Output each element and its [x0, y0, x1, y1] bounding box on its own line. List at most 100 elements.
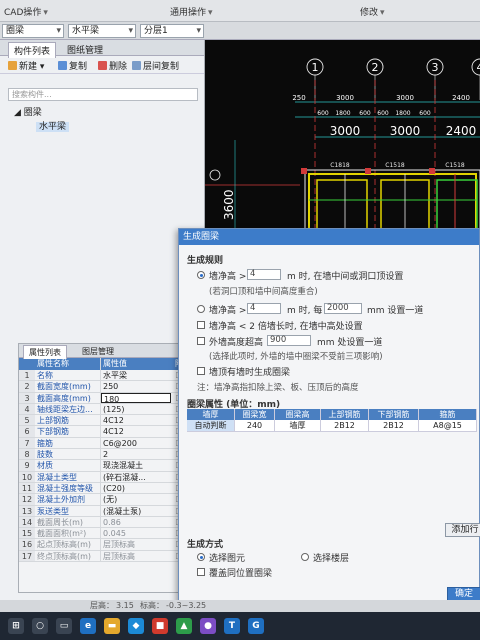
property-row[interactable]: 16起点顶标高(m)层顶标高☐	[19, 539, 187, 551]
property-index: 4	[19, 403, 35, 415]
property-value[interactable]: 0.86	[101, 517, 171, 527]
folder-icon[interactable]: ▬	[104, 618, 120, 634]
menu-cad[interactable]: CAD操作 ▾	[4, 5, 48, 18]
option4-height-input[interactable]: 900	[267, 335, 311, 346]
app-icon-red[interactable]: ■	[152, 618, 168, 634]
gtj-app-icon[interactable]: G	[248, 618, 264, 634]
app-icon-t[interactable]: T	[224, 618, 240, 634]
property-value[interactable]: 现浇混凝土	[101, 460, 171, 470]
add-row-button[interactable]: 添加行	[445, 523, 480, 537]
property-row[interactable]: 14截面周长(m)0.86☐	[19, 516, 187, 529]
new-button[interactable]: 新建 ▾	[8, 59, 44, 72]
menu-general[interactable]: 通用操作 ▾	[170, 5, 213, 18]
property-row[interactable]: 13泵送类型(混凝土泵)☐	[19, 505, 187, 517]
edge-icon[interactable]: e	[80, 618, 96, 634]
property-value[interactable]: (125)	[101, 404, 171, 414]
property-index: 9	[19, 460, 35, 471]
app-icon-green[interactable]: ▲	[176, 618, 192, 634]
tree-root[interactable]: ◢ 圈梁	[14, 106, 69, 120]
property-value[interactable]: (C20)	[101, 483, 171, 493]
cover-checkbox[interactable]	[197, 568, 205, 576]
tab-layer-mgmt[interactable]: 图层管理	[77, 345, 119, 358]
property-row[interactable]: 15截面面积(m²)0.045☐	[19, 528, 187, 540]
param-cell[interactable]: A8@15	[419, 420, 477, 431]
property-row[interactable]: 1名称水平梁☐	[19, 370, 187, 382]
property-value[interactable]: (碎石混凝...	[101, 472, 171, 482]
tree-item-horizontal-beam[interactable]: 水平梁	[36, 122, 70, 132]
layer-copy-button[interactable]: 层间复制	[132, 59, 179, 72]
property-row[interactable]: 7箍筋C6@200☐	[19, 437, 187, 450]
param-header-cell: 箍筋	[419, 409, 477, 420]
select-floor-radio[interactable]	[301, 553, 309, 561]
elevation: -0.3~3.25	[166, 601, 207, 610]
dimension-top: 250	[292, 94, 305, 102]
option2-spacing-input[interactable]: 2000	[324, 303, 362, 314]
property-value[interactable]: 水平梁	[101, 370, 171, 380]
property-row[interactable]: 8肢数2☐	[19, 449, 187, 461]
property-value[interactable]: 层顶标高	[101, 539, 171, 549]
param-cell[interactable]: 自动判断	[187, 420, 235, 431]
search-input[interactable]: 搜索构件...	[8, 88, 198, 101]
property-row[interactable]: 3截面高度(mm)180☐	[19, 392, 187, 404]
param-cell[interactable]: 墙厚	[275, 420, 321, 431]
task-view-icon[interactable]: ▭	[56, 618, 72, 634]
delete-button[interactable]: 删除	[98, 59, 127, 72]
property-row[interactable]: 6下部钢筋4C12☐	[19, 426, 187, 438]
property-row[interactable]: 12混凝土外加剂(无)☐	[19, 494, 187, 506]
copy-button[interactable]: 复制	[58, 59, 87, 72]
app-icon-purple[interactable]: ●	[200, 618, 216, 634]
property-index: 15	[19, 528, 35, 539]
property-row[interactable]: 5上部钢筋4C12☐	[19, 415, 187, 427]
option3-checkbox[interactable]	[197, 321, 205, 329]
property-row[interactable]: 17终点顶标高(m)层顶标高☐	[19, 550, 187, 563]
menu-modify[interactable]: 修改 ▾	[360, 5, 385, 18]
property-value[interactable]: 层顶标高	[101, 551, 171, 561]
delete-icon	[98, 61, 107, 70]
property-value[interactable]: C6@200	[101, 438, 171, 448]
floor-select[interactable]: 分层1 ▾	[140, 24, 204, 38]
ok-button[interactable]: 确定	[447, 587, 480, 601]
param-cell[interactable]: 2B12	[321, 420, 369, 431]
component-tree: ◢ 圈梁 水平梁	[14, 106, 70, 134]
windows-icon[interactable]: ⊞	[8, 618, 24, 634]
option2-radio[interactable]	[197, 305, 205, 313]
option1-radio[interactable]	[197, 271, 205, 279]
property-value[interactable]: 2	[101, 449, 171, 459]
cad-canvas[interactable]: 12345 2503000300024006001800600600180060…	[205, 40, 480, 240]
option2-height-input[interactable]: 4	[247, 303, 281, 314]
param-table-row[interactable]: 自动判断 240 墙厚 2B12 2B12 A8@15	[187, 420, 477, 432]
tab-properties[interactable]: 属性列表	[23, 345, 67, 359]
property-value[interactable]: 4C12	[101, 415, 171, 425]
property-value[interactable]: 180	[101, 392, 171, 403]
property-row[interactable]: 2截面宽度(mm)250☐	[19, 381, 187, 393]
property-name: 箍筋	[35, 437, 101, 449]
property-index: 17	[19, 550, 35, 562]
option1-height-input[interactable]: 4	[247, 269, 281, 280]
param-cell[interactable]: 240	[235, 420, 275, 431]
param-cell[interactable]: 2B12	[369, 420, 419, 431]
property-row[interactable]: 11混凝土强度等级(C20)☐	[19, 482, 187, 495]
property-index: 7	[19, 437, 35, 449]
search-icon[interactable]: ○	[32, 618, 48, 634]
property-index: 1	[19, 370, 35, 381]
option5-checkbox[interactable]	[197, 367, 205, 375]
option4-checkbox[interactable]	[197, 337, 205, 345]
param-header-cell: 圈梁宽	[235, 409, 275, 420]
property-index: 14	[19, 516, 35, 528]
property-value[interactable]: (无)	[101, 494, 171, 504]
property-index: 16	[19, 539, 35, 550]
property-row[interactable]: 9材质现浇混凝土☐	[19, 460, 187, 472]
property-row[interactable]: 10混凝土类型(碎石混凝...☐	[19, 471, 187, 483]
type-select[interactable]: 水平梁 ▾	[68, 24, 136, 38]
property-name: 截面周长(m)	[35, 516, 101, 528]
property-value[interactable]: 0.045	[101, 528, 171, 538]
property-row[interactable]: 4轴线距梁左边...(125)☐	[19, 403, 187, 416]
property-value[interactable]: (混凝土泵)	[101, 506, 171, 516]
category-select[interactable]: 圈梁 ▾	[2, 24, 64, 38]
app-icon-blue[interactable]: ◆	[128, 618, 144, 634]
property-value[interactable]: 4C12	[101, 426, 171, 436]
tab-drawing-mgmt[interactable]: 图纸管理	[62, 42, 108, 57]
property-index: 3	[19, 392, 35, 403]
select-element-radio[interactable]	[197, 553, 205, 561]
property-value[interactable]: 250	[101, 381, 171, 391]
